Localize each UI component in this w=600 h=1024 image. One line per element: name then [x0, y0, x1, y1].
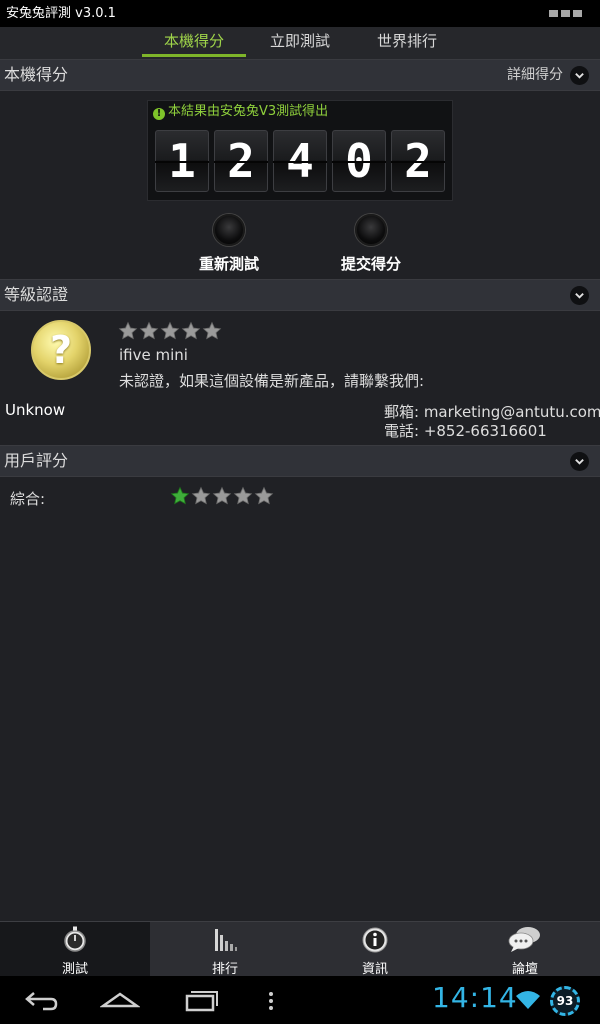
score-note: ! 本結果由安兔兔V3測試得出 — [153, 104, 328, 120]
star-empty-icon — [191, 486, 211, 505]
exclamation-icon: ! — [153, 108, 165, 120]
nav-ranking-label: 排行 — [211, 962, 238, 977]
stopwatch-icon — [64, 926, 86, 952]
unknown-badge-icon: ? — [31, 320, 91, 380]
nav-info-label: 資訊 — [361, 962, 388, 977]
star-empty-icon — [181, 321, 201, 340]
nav-test-label: 測試 — [61, 962, 88, 977]
star-empty-icon — [118, 321, 138, 340]
score-digit: 4 — [273, 130, 327, 192]
detail-score-link[interactable]: 詳細得分 — [507, 60, 563, 90]
menu-icon[interactable] — [261, 986, 281, 1014]
overflow-menu-icon[interactable] — [549, 10, 582, 17]
chevron-down-icon[interactable] — [570, 452, 589, 471]
score-digit: 2 — [214, 130, 268, 192]
user-rating-section-title: 用戶評分 — [4, 451, 69, 470]
contact-phone[interactable]: 電話: +852-66316601 — [384, 420, 547, 441]
recent-apps-icon[interactable] — [181, 986, 221, 1014]
star-empty-icon — [160, 321, 180, 340]
title-bar: 安兔兔評測 v3.0.1 — [0, 0, 600, 27]
chat-bubbles-icon — [508, 927, 540, 952]
cert-message: 未認證，如果這個設備是新產品，請聯繫我們: — [119, 372, 425, 390]
nav-ranking[interactable]: 排行 — [150, 922, 300, 977]
star-empty-icon — [202, 321, 222, 340]
info-icon — [362, 927, 388, 953]
score-section-title: 本機得分 — [4, 65, 69, 84]
cert-status: Unknow — [5, 401, 66, 419]
score-digit: 0 — [332, 130, 386, 192]
submit-knob-button[interactable] — [355, 214, 387, 246]
score-digit: 1 — [155, 130, 209, 192]
retest-button-label[interactable]: 重新測試 — [188, 253, 270, 274]
contact-email[interactable]: 郵箱: marketing@antutu.com — [384, 401, 600, 422]
app-title: 安兔兔評測 v3.0.1 — [6, 6, 116, 21]
device-name: ifive mini — [119, 346, 188, 364]
system-navigation-bar: 14:14 — [0, 976, 600, 1024]
nav-info[interactable]: 資訊 — [300, 922, 450, 977]
star-empty-icon — [233, 486, 253, 505]
bottom-navigation: 測試 排行 資訊 論壇 — [0, 921, 600, 977]
cert-section-header[interactable]: 等級認證 — [0, 279, 600, 311]
nav-forum-label: 論壇 — [511, 962, 538, 977]
cert-section-title: 等級認證 — [4, 285, 69, 304]
star-empty-icon — [254, 486, 274, 505]
battery-indicator: 93 — [550, 986, 580, 1016]
wifi-icon — [516, 991, 540, 1009]
chevron-down-icon[interactable] — [570, 66, 589, 85]
home-icon[interactable] — [100, 986, 140, 1014]
back-icon[interactable] — [21, 986, 61, 1014]
clock: 14:14 — [432, 981, 518, 1014]
bar-chart-icon — [215, 929, 237, 951]
overall-rating-label: 綜合: — [10, 490, 46, 508]
nav-test[interactable]: 測試 — [0, 922, 150, 977]
score-display: ! 本結果由安兔兔V3測試得出 1 2 4 0 2 — [147, 100, 453, 201]
tab-test-now[interactable]: 立即測試 — [255, 27, 345, 60]
cert-rating-stars — [118, 321, 222, 341]
score-digit: 2 — [391, 130, 445, 192]
antutu-app: 安兔兔評測 v3.0.1 本機得分 立即測試 世界排行 本機得分 詳細得分 ! 本… — [0, 0, 600, 1024]
tab-world-ranking[interactable]: 世界排行 — [362, 27, 452, 60]
submit-button-label[interactable]: 提交得分 — [330, 253, 412, 274]
star-empty-icon — [139, 321, 159, 340]
score-section-header[interactable]: 本機得分 詳細得分 — [0, 59, 600, 91]
nav-forum[interactable]: 論壇 — [450, 922, 600, 977]
overall-rating-stars[interactable] — [170, 486, 274, 506]
star-empty-icon — [212, 486, 232, 505]
chevron-down-icon[interactable] — [570, 286, 589, 305]
tab-bar: 本機得分 立即測試 世界排行 — [0, 27, 600, 60]
star-filled-icon — [170, 486, 190, 505]
user-rating-section-header[interactable]: 用戶評分 — [0, 445, 600, 477]
tab-local-score[interactable]: 本機得分 — [142, 27, 246, 60]
retest-knob-button[interactable] — [213, 214, 245, 246]
